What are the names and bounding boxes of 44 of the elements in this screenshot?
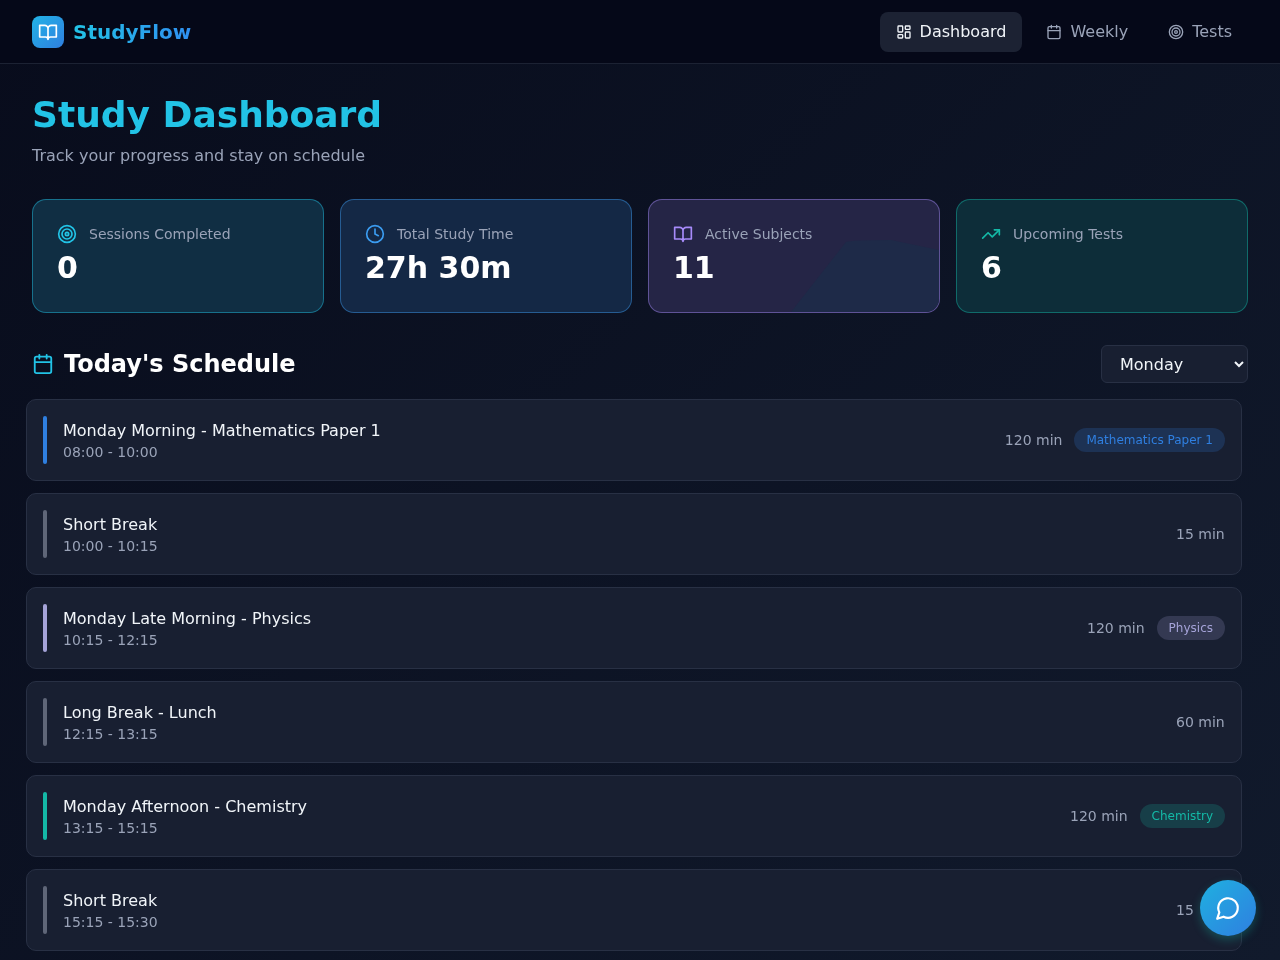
session-time: 10:00 - 10:15 [63,537,159,554]
stat-label: Active Subjects [705,226,813,242]
stat-value: 11 [673,250,716,285]
subject-tag: Physics [1156,616,1225,640]
session-title: Monday Morning - Mathematics Paper 1 [63,420,382,440]
stat-value: 6 [981,250,1003,285]
calendar-icon [32,353,54,375]
calendar-icon [1046,23,1063,40]
page-subtitle: Track your progress and stay on schedule [32,146,367,165]
session-title: Long Break - Lunch [63,702,218,722]
subject-tag: Mathematics Paper 1 [1074,428,1225,452]
nav-tab[interactable]: Dashboard [879,11,1023,52]
session-time: 10:15 - 12:15 [63,631,159,648]
day-select[interactable]: Monday [1101,345,1248,383]
chat-icon [1215,895,1241,921]
stat-label: Upcoming Tests [1013,226,1123,242]
session-title: Short Break [63,890,159,910]
dashboard-icon [895,23,912,40]
session-time: 13:15 - 15:15 [63,819,159,836]
subject-tag: Chemistry [1139,804,1225,828]
session-time: 08:00 - 10:00 [63,443,159,460]
session-time: 12:15 - 13:15 [63,725,159,742]
duration-text: 120 min [1070,808,1128,824]
stat-value: 0 [57,250,79,285]
stat-label: Total Study Time [397,226,514,242]
duration-text: 15 [1176,902,1195,918]
duration-text: 120 min [1004,432,1063,448]
page-title: Study Dashboard [32,93,384,137]
target-icon [1168,23,1185,40]
book-icon [673,224,693,244]
stat-label: Sessions Completed [89,226,231,242]
nav-tab[interactable]: Tests [1152,11,1248,52]
session-title: Monday Late Morning - Physics [63,608,313,628]
nav-tab[interactable]: Weekly [1030,11,1145,52]
target-icon [57,224,77,244]
clock-icon [365,224,385,244]
duration-text: 15 min [1176,526,1225,542]
duration-text: 120 min [1087,620,1145,636]
session-title: Monday Afternoon - Chemistry [63,796,309,816]
duration-text: 60 min [1176,714,1225,730]
stat-value: 27h 30m [365,250,513,285]
section-title: Today's Schedule [64,350,296,378]
session-time: 15:15 - 15:30 [63,913,159,930]
session-title: Short Break [63,514,159,534]
